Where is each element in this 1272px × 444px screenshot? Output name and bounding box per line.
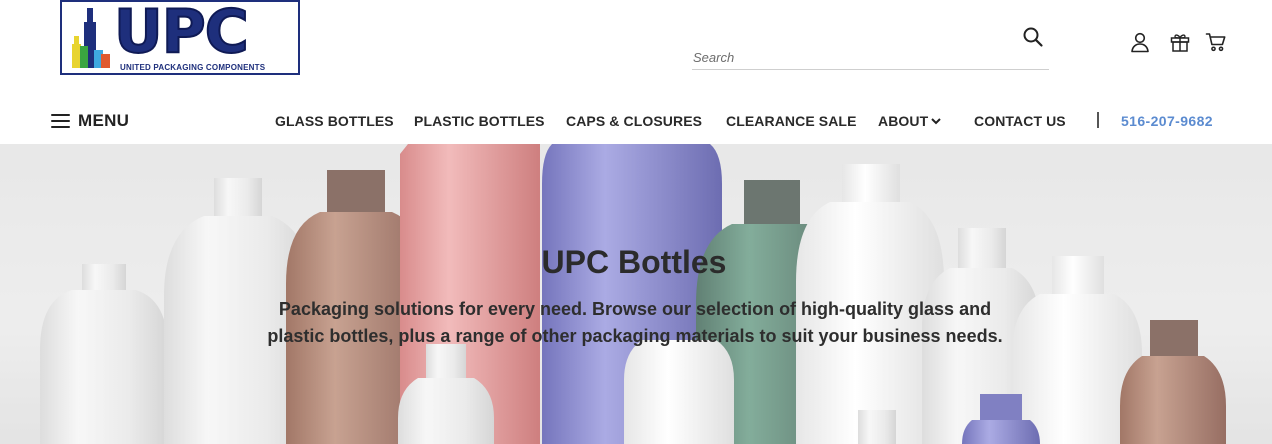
account-icon[interactable]	[1129, 31, 1151, 53]
nav-divider	[1097, 112, 1099, 128]
logo-wordmark: UPC	[113, 0, 250, 68]
phone-link[interactable]: 516-207-9682	[1121, 113, 1213, 129]
hamburger-icon	[51, 114, 70, 128]
gift-icon[interactable]	[1169, 31, 1191, 53]
hero-overlay	[0, 144, 1272, 444]
hero-banner: UPC Bottles Packaging solutions for ever…	[0, 144, 1272, 444]
hero-description: Packaging solutions for every need. Brow…	[267, 299, 1003, 346]
nav-about[interactable]: ABOUT	[878, 113, 941, 129]
search-input[interactable]	[692, 46, 1049, 70]
nav-clearance-sale[interactable]: CLEARANCE SALE	[726, 113, 857, 129]
hero-title: UPC Bottles	[541, 244, 727, 280]
nav-about-label: ABOUT	[878, 113, 929, 129]
cart-icon[interactable]	[1205, 31, 1227, 53]
nav-caps-closures[interactable]: CAPS & CLOSURES	[566, 113, 702, 129]
logo-bottles-graphic	[72, 8, 110, 68]
nav-plastic-bottles[interactable]: PLASTIC BOTTLES	[414, 113, 545, 129]
chevron-down-icon	[931, 118, 941, 125]
nav-glass-bottles[interactable]: GLASS BOTTLES	[275, 113, 394, 129]
search-icon[interactable]	[1022, 26, 1044, 48]
menu-label: MENU	[78, 111, 130, 130]
upc-logo[interactable]: UPC UNITED PACKAGING COMPONENTS	[60, 0, 300, 75]
logo-subtitle: UNITED PACKAGING COMPONENTS	[120, 63, 266, 72]
menu-button[interactable]: MENU	[51, 111, 129, 131]
nav-contact-us[interactable]: CONTACT US	[974, 113, 1066, 129]
